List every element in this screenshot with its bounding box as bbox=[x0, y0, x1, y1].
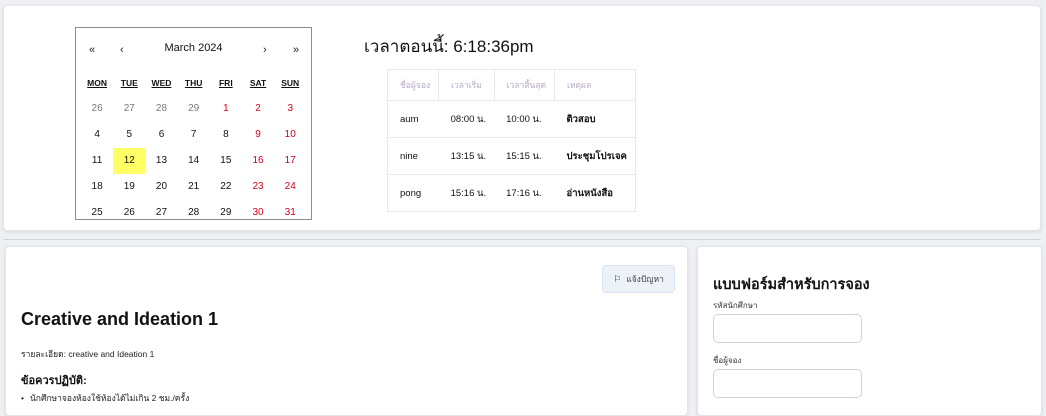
calendar-day[interactable]: 31 bbox=[274, 200, 306, 226]
weekday-header: FRI bbox=[218, 78, 233, 88]
calendar-day[interactable]: 24 bbox=[274, 174, 306, 200]
calendar-day[interactable]: 26 bbox=[81, 96, 113, 122]
calendar-day[interactable]: 29 bbox=[210, 200, 242, 226]
rules-title: ข้อควรปฏิบัติ: bbox=[21, 375, 87, 387]
form-title: แบบฟอร์มสำหรับการจอง bbox=[713, 277, 870, 293]
calendar-day-today[interactable]: 12 bbox=[113, 148, 146, 174]
room-description: รายละเอียด: creative and Ideation 1 bbox=[21, 349, 155, 359]
weekday-header: SAT bbox=[249, 78, 267, 88]
table-row: aum 08:00 น. 10:00 น. ติวสอบ bbox=[386, 100, 636, 138]
schedule-card: « ‹ March 2024 › » MON TUE WED THU FRI SAT SUN… bbox=[3, 5, 1041, 231]
calendar-day[interactable]: 28 bbox=[178, 200, 210, 226]
calendar-day[interactable]: 27 bbox=[113, 96, 145, 122]
calendar-day[interactable]: 29 bbox=[178, 96, 210, 122]
calendar-week: 4 5 6 7 8 9 10 bbox=[81, 122, 307, 148]
calendar-day[interactable]: 16 bbox=[242, 148, 274, 174]
calendar-day[interactable]: 4 bbox=[81, 122, 113, 148]
weekday-header: THU bbox=[184, 78, 203, 88]
report-problem-button[interactable]: ⚐ แจ้งปัญหา bbox=[602, 265, 675, 293]
table-row: nine 13:15 น. 15:15 น. ประชุมโปรเจค bbox=[386, 137, 636, 175]
calendar-day[interactable]: 5 bbox=[113, 122, 145, 148]
table-header-cell: เวลาสิ้นสุด bbox=[493, 69, 556, 101]
calendar-day[interactable]: 22 bbox=[210, 174, 242, 200]
next-month-button[interactable]: › bbox=[263, 44, 267, 56]
table-header-cell: เหตุผล bbox=[554, 69, 636, 101]
table-cell: 10:00 น. bbox=[494, 100, 555, 138]
student-id-input[interactable] bbox=[713, 314, 862, 343]
table-cell: nine bbox=[386, 137, 439, 175]
calendar-day[interactable]: 25 bbox=[81, 200, 113, 226]
calendar-week: 25 26 27 28 29 30 31 bbox=[81, 200, 307, 226]
calendar-day[interactable]: 27 bbox=[145, 200, 177, 226]
weekday-header: WED bbox=[151, 78, 172, 88]
calendar-day[interactable]: 2 bbox=[242, 96, 274, 122]
table-cell: ประชุมโปรเจค bbox=[554, 137, 636, 175]
calendar-day[interactable]: 1 bbox=[210, 96, 242, 122]
calendar-day[interactable]: 28 bbox=[145, 96, 177, 122]
calendar: « ‹ March 2024 › » MON TUE WED THU FRI SAT SUN… bbox=[75, 27, 312, 220]
room-title: Creative and Ideation 1 bbox=[21, 309, 219, 329]
room-detail-card: ⚐ แจ้งปัญหา Creative and Ideation 1 รายล… bbox=[5, 246, 688, 416]
calendar-day[interactable]: 19 bbox=[113, 174, 145, 200]
calendar-day[interactable]: 13 bbox=[145, 148, 177, 174]
table-row: pong 15:16 น. 17:16 น. อ่านหนังสือ bbox=[386, 174, 636, 212]
calendar-day[interactable]: 6 bbox=[145, 122, 177, 148]
table-cell: 15:16 น. bbox=[438, 174, 495, 212]
calendar-day[interactable]: 11 bbox=[81, 148, 113, 174]
calendar-day[interactable]: 10 bbox=[274, 122, 306, 148]
current-time: เวลาตอนนี้: 6:18:36pm bbox=[364, 37, 534, 56]
next-year-button[interactable]: » bbox=[293, 44, 299, 56]
table-cell: 08:00 น. bbox=[438, 100, 495, 138]
student-id-label: รหัสนักศึกษา bbox=[713, 301, 758, 310]
weekday-header: SUN bbox=[281, 78, 300, 88]
table-header-cell: เวลาเริ่ม bbox=[438, 69, 495, 101]
calendar-day[interactable]: 17 bbox=[274, 148, 306, 174]
table-cell: 17:16 น. bbox=[494, 174, 555, 212]
table-cell: 13:15 น. bbox=[438, 137, 495, 175]
table-cell: อ่านหนังสือ bbox=[554, 174, 636, 212]
booker-name-input[interactable] bbox=[713, 369, 862, 398]
booker-name-label: ชื่อผู้จอง bbox=[713, 356, 742, 365]
calendar-day[interactable]: 20 bbox=[145, 174, 177, 200]
calendar-day[interactable]: 8 bbox=[210, 122, 242, 148]
calendar-day[interactable]: 26 bbox=[113, 200, 145, 226]
table-cell: 15:15 น. bbox=[494, 137, 555, 175]
table-cell: ติวสอบ bbox=[554, 100, 636, 138]
calendar-day[interactable]: 15 bbox=[210, 148, 242, 174]
flag-icon: ⚐ bbox=[613, 273, 622, 284]
calendar-day[interactable]: 14 bbox=[178, 148, 210, 174]
calendar-week: 18 19 20 21 22 23 24 bbox=[81, 174, 307, 200]
bookings-table: ชื่อผู้จอง เวลาเริ่ม เวลาสิ้นสุด เหตุผล aum… bbox=[386, 69, 636, 212]
calendar-day[interactable]: 7 bbox=[178, 122, 210, 148]
calendar-day[interactable]: 23 bbox=[242, 174, 274, 200]
weekday-header: MON bbox=[87, 78, 108, 88]
calendar-month-title[interactable]: March 2024 bbox=[76, 42, 311, 54]
calendar-day[interactable]: 3 bbox=[274, 96, 306, 122]
calendar-day[interactable]: 21 bbox=[178, 174, 210, 200]
table-header-cell: ชื่อผู้จอง bbox=[386, 69, 440, 101]
calendar-day[interactable]: 9 bbox=[242, 122, 274, 148]
calendar-day[interactable]: 30 bbox=[242, 200, 274, 226]
weekday-header: TUE bbox=[120, 78, 138, 88]
report-problem-label: แจ้งปัญหา bbox=[626, 274, 664, 284]
table-cell: aum bbox=[386, 100, 439, 138]
section-divider bbox=[3, 239, 1041, 240]
booking-form-card: แบบฟอร์มสำหรับการจอง รหัสนักศึกษา ชื่อผู… bbox=[697, 246, 1042, 416]
calendar-week: 11 12 13 14 15 16 17 bbox=[81, 148, 307, 174]
calendar-week: 26 27 28 29 1 2 3 bbox=[81, 96, 307, 122]
table-cell: pong bbox=[386, 174, 439, 212]
calendar-grid: MON TUE WED THU FRI SAT SUN 26 27 28 29 1 2 3 4 5 6 7 8 9 10… bbox=[81, 74, 307, 226]
calendar-day[interactable]: 18 bbox=[81, 174, 113, 200]
